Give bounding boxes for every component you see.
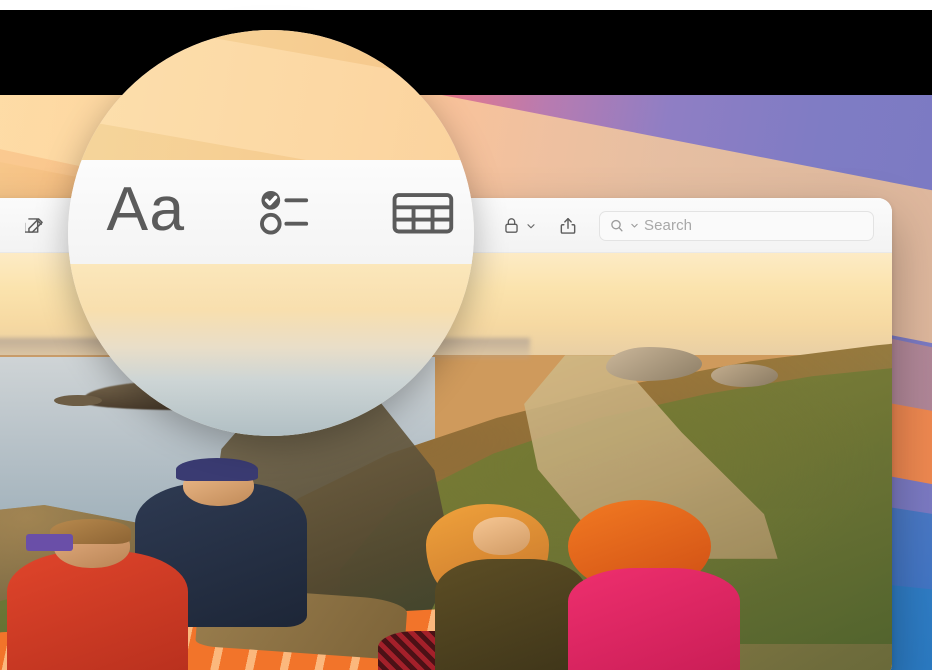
- chevron-down-icon: [527, 223, 535, 228]
- photo-person-olive: [435, 559, 588, 670]
- magnified-photo: [68, 264, 474, 436]
- share-icon: [560, 217, 576, 234]
- photo-binoculars: [25, 533, 74, 551]
- magnifier-content: Aa: [68, 30, 474, 436]
- format-text-icon: Aa: [106, 175, 186, 246]
- checklist-button[interactable]: [242, 168, 330, 256]
- magnified-toolbar-items: Aa: [97, 160, 474, 264]
- lock-icon: [505, 218, 518, 233]
- lock-button[interactable]: [502, 216, 537, 235]
- photo-person-olive-face: [473, 516, 531, 555]
- format-text-button[interactable]: Aa: [97, 168, 196, 256]
- toolbar-left-group: [20, 198, 50, 253]
- table-button[interactable]: [377, 168, 465, 256]
- search-placeholder: Search: [644, 217, 693, 234]
- checklist-icon: [260, 190, 309, 235]
- magnifier-lens: Aa: [68, 30, 474, 436]
- search-chevron-down-icon[interactable]: [630, 221, 639, 230]
- compose-button[interactable]: [20, 212, 50, 240]
- search-icon: [611, 219, 623, 231]
- photo-rock-b: [711, 363, 778, 387]
- share-button[interactable]: [553, 212, 583, 240]
- photo-person-pink: [568, 567, 740, 670]
- screenshot-stage: Search Aa: [0, 0, 932, 670]
- toolbar-right-group: Search: [502, 198, 874, 253]
- compose-icon: [24, 218, 43, 233]
- photo-person-navy-bandana: [176, 457, 258, 481]
- photo-person-red: [6, 550, 188, 670]
- search-input[interactable]: Search: [599, 210, 874, 241]
- table-icon: [391, 191, 452, 233]
